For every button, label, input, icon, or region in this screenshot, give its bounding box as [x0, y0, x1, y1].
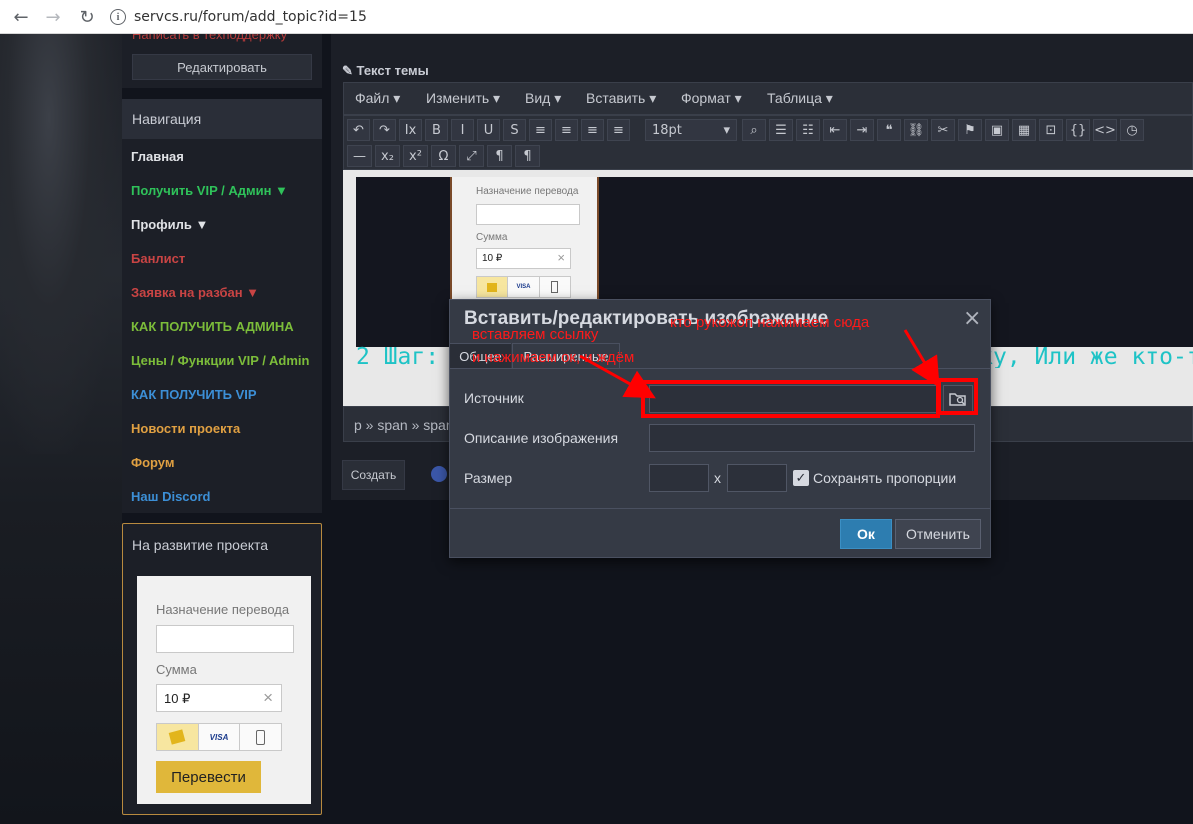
arrow-to-source — [579, 354, 656, 399]
annotation-arrows — [579, 329, 940, 399]
arrow-to-browse — [903, 329, 940, 388]
